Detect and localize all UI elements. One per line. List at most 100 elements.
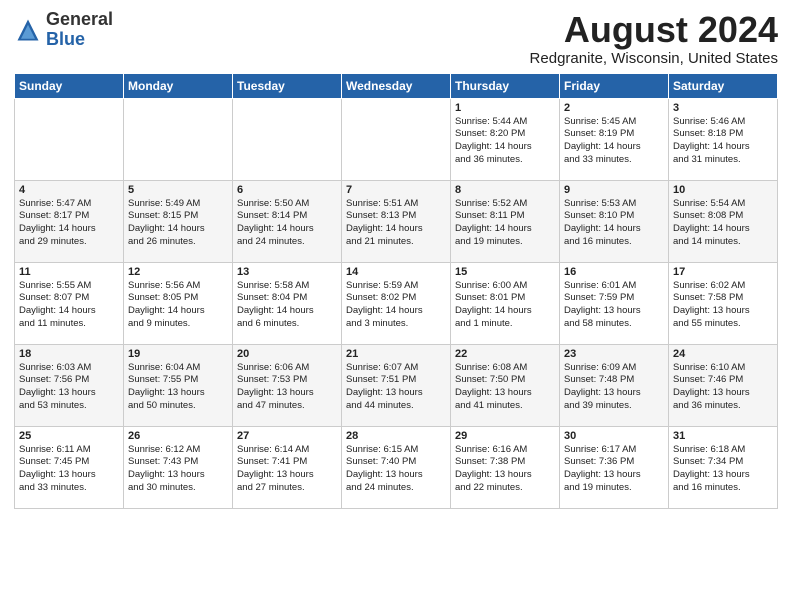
calendar-cell: 31 Sunrise: 6:18 AM Sunset: 7:34 PM Dayli… (669, 426, 778, 508)
title-block: August 2024 Redgranite, Wisconsin, Unite… (530, 10, 778, 67)
calendar-cell: 29 Sunrise: 6:16 AM Sunset: 7:38 PM Dayli… (451, 426, 560, 508)
cell-info: Sunrise: 5:53 AM Sunset: 8:10 PM Dayligh… (564, 198, 664, 249)
logo-text: General Blue (46, 10, 113, 50)
header-day-friday: Friday (560, 73, 669, 98)
cell-info: Sunrise: 6:02 AM Sunset: 7:58 PM Dayligh… (673, 280, 773, 331)
cell-info: Sunrise: 5:55 AM Sunset: 8:07 PM Dayligh… (19, 280, 119, 331)
calendar-cell: 11 Sunrise: 5:55 AM Sunset: 8:07 PM Dayli… (15, 262, 124, 344)
day-number: 28 (346, 430, 446, 442)
logo-icon (14, 16, 42, 44)
calendar-cell: 14 Sunrise: 5:59 AM Sunset: 8:02 PM Dayli… (342, 262, 451, 344)
day-number: 2 (564, 102, 664, 114)
day-number: 29 (455, 430, 555, 442)
calendar-body: 1 Sunrise: 5:44 AM Sunset: 8:20 PM Daylig… (15, 98, 778, 508)
day-number: 23 (564, 348, 664, 360)
calendar-cell: 8 Sunrise: 5:52 AM Sunset: 8:11 PM Daylig… (451, 180, 560, 262)
day-number: 17 (673, 266, 773, 278)
calendar-cell: 2Sunrise: 5:45 AM Sunset: 8:19 PM Daylig… (560, 98, 669, 180)
calendar-cell: 23 Sunrise: 6:09 AM Sunset: 7:48 PM Dayli… (560, 344, 669, 426)
cell-info: Sunrise: 5:54 AM Sunset: 8:08 PM Dayligh… (673, 198, 773, 249)
logo-general: General (46, 10, 113, 30)
calendar-cell: 17 Sunrise: 6:02 AM Sunset: 7:58 PM Dayli… (669, 262, 778, 344)
header-day-tuesday: Tuesday (233, 73, 342, 98)
day-number: 11 (19, 266, 119, 278)
day-number: 16 (564, 266, 664, 278)
day-number: 22 (455, 348, 555, 360)
week-row-2: 11 Sunrise: 5:55 AM Sunset: 8:07 PM Dayli… (15, 262, 778, 344)
day-number: 27 (237, 430, 337, 442)
week-row-3: 18Sunrise: 6:03 AM Sunset: 7:56 PM Dayli… (15, 344, 778, 426)
cell-info: Sunrise: 5:47 AM Sunset: 8:17 PM Dayligh… (19, 198, 119, 249)
cell-info: Sunrise: 6:18 AM Sunset: 7:34 PM Dayligh… (673, 444, 773, 495)
cell-info: Sunrise: 6:14 AM Sunset: 7:41 PM Dayligh… (237, 444, 337, 495)
logo: General Blue (14, 10, 113, 50)
header-row: SundayMondayTuesdayWednesdayThursdayFrid… (15, 73, 778, 98)
cell-info: Sunrise: 6:00 AM Sunset: 8:01 PM Dayligh… (455, 280, 555, 331)
day-number: 19 (128, 348, 228, 360)
calendar-cell: 16Sunrise: 6:01 AM Sunset: 7:59 PM Dayli… (560, 262, 669, 344)
calendar-cell: 9 Sunrise: 5:53 AM Sunset: 8:10 PM Daylig… (560, 180, 669, 262)
cell-info: Sunrise: 6:06 AM Sunset: 7:53 PM Dayligh… (237, 362, 337, 413)
calendar-cell: 5 Sunrise: 5:49 AM Sunset: 8:15 PM Daylig… (124, 180, 233, 262)
cell-info: Sunrise: 6:15 AM Sunset: 7:40 PM Dayligh… (346, 444, 446, 495)
calendar-cell: 3Sunrise: 5:46 AM Sunset: 8:18 PM Daylig… (669, 98, 778, 180)
day-number: 24 (673, 348, 773, 360)
cell-info: Sunrise: 5:58 AM Sunset: 8:04 PM Dayligh… (237, 280, 337, 331)
month-year-title: August 2024 (530, 10, 778, 50)
calendar-cell (124, 98, 233, 180)
calendar-cell: 25Sunrise: 6:11 AM Sunset: 7:45 PM Dayli… (15, 426, 124, 508)
cell-info: Sunrise: 5:49 AM Sunset: 8:15 PM Dayligh… (128, 198, 228, 249)
cell-info: Sunrise: 5:51 AM Sunset: 8:13 PM Dayligh… (346, 198, 446, 249)
calendar-page: General Blue August 2024 Redgranite, Wis… (0, 0, 792, 517)
logo-blue: Blue (46, 30, 113, 50)
calendar-cell: 27 Sunrise: 6:14 AM Sunset: 7:41 PM Dayli… (233, 426, 342, 508)
calendar-cell: 15 Sunrise: 6:00 AM Sunset: 8:01 PM Dayli… (451, 262, 560, 344)
cell-info: Sunrise: 6:08 AM Sunset: 7:50 PM Dayligh… (455, 362, 555, 413)
calendar-cell: 10 Sunrise: 5:54 AM Sunset: 8:08 PM Dayli… (669, 180, 778, 262)
cell-info: Sunrise: 6:16 AM Sunset: 7:38 PM Dayligh… (455, 444, 555, 495)
header-day-monday: Monday (124, 73, 233, 98)
cell-info: Sunrise: 5:56 AM Sunset: 8:05 PM Dayligh… (128, 280, 228, 331)
day-number: 31 (673, 430, 773, 442)
calendar-cell (233, 98, 342, 180)
day-number: 8 (455, 184, 555, 196)
day-number: 30 (564, 430, 664, 442)
day-number: 5 (128, 184, 228, 196)
calendar-cell: 12 Sunrise: 5:56 AM Sunset: 8:05 PM Dayli… (124, 262, 233, 344)
calendar-cell: 20Sunrise: 6:06 AM Sunset: 7:53 PM Dayli… (233, 344, 342, 426)
calendar-cell: 21 Sunrise: 6:07 AM Sunset: 7:51 PM Dayli… (342, 344, 451, 426)
calendar-cell: 4 Sunrise: 5:47 AM Sunset: 8:17 PM Daylig… (15, 180, 124, 262)
day-number: 6 (237, 184, 337, 196)
location-subtitle: Redgranite, Wisconsin, United States (530, 50, 778, 67)
cell-info: Sunrise: 6:17 AM Sunset: 7:36 PM Dayligh… (564, 444, 664, 495)
week-row-1: 4 Sunrise: 5:47 AM Sunset: 8:17 PM Daylig… (15, 180, 778, 262)
calendar-cell: 24 Sunrise: 6:10 AM Sunset: 7:46 PM Dayli… (669, 344, 778, 426)
cell-info: Sunrise: 5:52 AM Sunset: 8:11 PM Dayligh… (455, 198, 555, 249)
day-number: 10 (673, 184, 773, 196)
day-number: 21 (346, 348, 446, 360)
header-day-wednesday: Wednesday (342, 73, 451, 98)
calendar-cell: 30 Sunrise: 6:17 AM Sunset: 7:36 PM Dayli… (560, 426, 669, 508)
day-number: 15 (455, 266, 555, 278)
day-number: 12 (128, 266, 228, 278)
cell-info: Sunrise: 5:59 AM Sunset: 8:02 PM Dayligh… (346, 280, 446, 331)
week-row-0: 1 Sunrise: 5:44 AM Sunset: 8:20 PM Daylig… (15, 98, 778, 180)
cell-info: Sunrise: 6:09 AM Sunset: 7:48 PM Dayligh… (564, 362, 664, 413)
calendar-cell: 13Sunrise: 5:58 AM Sunset: 8:04 PM Dayli… (233, 262, 342, 344)
calendar-cell: 26Sunrise: 6:12 AM Sunset: 7:43 PM Dayli… (124, 426, 233, 508)
calendar-cell: 19 Sunrise: 6:04 AM Sunset: 7:55 PM Dayli… (124, 344, 233, 426)
cell-info: Sunrise: 5:50 AM Sunset: 8:14 PM Dayligh… (237, 198, 337, 249)
cell-info: Sunrise: 5:44 AM Sunset: 8:20 PM Dayligh… (455, 116, 555, 167)
day-number: 1 (455, 102, 555, 114)
day-number: 7 (346, 184, 446, 196)
day-number: 4 (19, 184, 119, 196)
cell-info: Sunrise: 6:10 AM Sunset: 7:46 PM Dayligh… (673, 362, 773, 413)
cell-info: Sunrise: 6:07 AM Sunset: 7:51 PM Dayligh… (346, 362, 446, 413)
day-number: 14 (346, 266, 446, 278)
cell-info: Sunrise: 6:04 AM Sunset: 7:55 PM Dayligh… (128, 362, 228, 413)
calendar-table: SundayMondayTuesdayWednesdayThursdayFrid… (14, 73, 778, 509)
calendar-cell (342, 98, 451, 180)
header-day-saturday: Saturday (669, 73, 778, 98)
calendar-header: SundayMondayTuesdayWednesdayThursdayFrid… (15, 73, 778, 98)
day-number: 9 (564, 184, 664, 196)
